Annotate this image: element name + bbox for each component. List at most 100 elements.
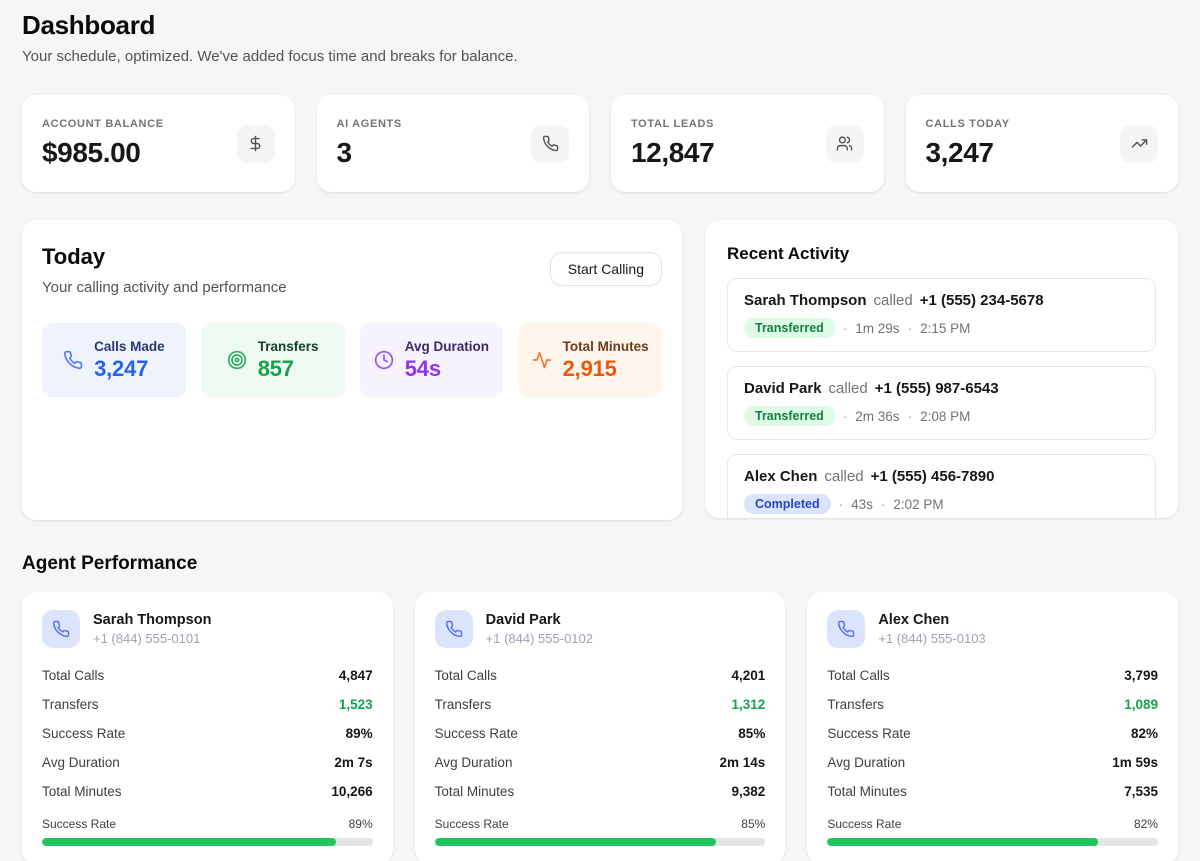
stat-row-avg-duration: Avg Duration 2m 14s [435, 748, 766, 777]
activity-time: 2:08 PM [920, 409, 970, 424]
target-icon [227, 350, 247, 370]
metric-avg-duration: Avg Duration 54s [360, 323, 504, 397]
metric-label: Total Minutes [563, 339, 649, 354]
progress-fill [42, 838, 336, 846]
row-label: Success Rate [42, 726, 125, 741]
stat-card-ai-agents: AI Agents 3 [317, 95, 590, 192]
agent-name: Alex Chen [878, 612, 985, 628]
row-label: Avg Duration [42, 755, 120, 770]
agents-grid: Sarah Thompson +1 (844) 555-0101 Total C… [22, 592, 1178, 861]
agent-name: David Park [486, 612, 593, 628]
row-label: Transfers [42, 697, 99, 712]
metric-total-minutes: Total Minutes 2,915 [518, 323, 662, 397]
metric-calls-made: Calls Made 3,247 [42, 323, 186, 397]
row-label: Total Calls [435, 668, 497, 683]
metric-value: 2,915 [563, 356, 649, 382]
agent-card-alex-chen: Alex Chen +1 (844) 555-0103 Total Calls … [807, 592, 1178, 861]
row-value: 2m 14s [720, 755, 766, 770]
activity-phone-number: +1 (555) 234-5678 [920, 292, 1044, 309]
page-subtitle: Your schedule, optimized. We've added fo… [22, 48, 1178, 65]
activity-item[interactable]: Sarah Thompson called +1 (555) 234-5678 … [727, 278, 1156, 352]
activity-duration: 2m 36s [855, 409, 899, 424]
row-label: Avg Duration [435, 755, 513, 770]
activity-duration: 43s [851, 497, 873, 512]
stat-row-total-minutes: Total Minutes 10,266 [42, 777, 373, 806]
status-badge: Transferred [744, 318, 835, 338]
phone-icon [63, 350, 83, 370]
stat-row-total-calls: Total Calls 4,847 [42, 661, 373, 690]
row-value: 1,089 [1124, 697, 1158, 712]
metric-label: Calls Made [94, 339, 165, 354]
stat-value: 3,247 [926, 137, 1010, 169]
progress-label: Success Rate [435, 817, 509, 831]
activity-time: 2:02 PM [893, 497, 943, 512]
separator-dot: · [839, 497, 844, 512]
activity-action: called [829, 380, 868, 397]
separator-dot: · [843, 409, 848, 424]
stat-label: Calls Today [926, 118, 1010, 130]
progress-fill [435, 838, 716, 846]
progress-track [435, 838, 766, 846]
row-label: Total Calls [42, 668, 104, 683]
main-grid: Today Your calling activity and performa… [22, 220, 1178, 520]
row-label: Transfers [827, 697, 884, 712]
stat-row-total-calls: Total Calls 3,799 [827, 661, 1158, 690]
progress-track [827, 838, 1158, 846]
agent-name: Sarah Thompson [93, 612, 211, 628]
today-title: Today [42, 244, 287, 270]
stat-row-transfers: Transfers 1,312 [435, 690, 766, 719]
row-label: Total Minutes [42, 784, 122, 799]
activity-phone-number: +1 (555) 987-6543 [875, 380, 999, 397]
progress-percent: 89% [349, 817, 373, 831]
stat-value: 3 [337, 137, 402, 169]
dashboard-page: Dashboard Your schedule, optimized. We'v… [0, 0, 1200, 861]
separator-dot: · [881, 497, 886, 512]
start-calling-button[interactable]: Start Calling [550, 252, 662, 286]
activity-action: called [874, 292, 913, 309]
agent-card-sarah-thompson: Sarah Thompson +1 (844) 555-0101 Total C… [22, 592, 393, 861]
phone-icon [827, 610, 865, 648]
success-rate-progress: Success Rate 89% [42, 817, 373, 846]
row-value: 1,523 [339, 697, 373, 712]
row-label: Total Calls [827, 668, 889, 683]
row-label: Total Minutes [827, 784, 907, 799]
stat-row-transfers: Transfers 1,523 [42, 690, 373, 719]
metric-value: 54s [405, 356, 489, 382]
phone-icon [42, 610, 80, 648]
row-label: Transfers [435, 697, 492, 712]
row-value: 9,382 [732, 784, 766, 799]
row-label: Avg Duration [827, 755, 905, 770]
row-value: 3,799 [1124, 668, 1158, 683]
progress-percent: 82% [1134, 817, 1158, 831]
phone-icon [531, 125, 569, 163]
metric-label: Transfers [258, 339, 319, 354]
row-value: 10,266 [331, 784, 372, 799]
row-value: 85% [738, 726, 765, 741]
row-value: 1,312 [732, 697, 766, 712]
stat-label: Total Leads [631, 118, 714, 130]
stat-row-success-rate: Success Rate 82% [827, 719, 1158, 748]
metric-label: Avg Duration [405, 339, 489, 354]
metric-value: 857 [258, 356, 319, 382]
progress-percent: 85% [741, 817, 765, 831]
agent-performance-title: Agent Performance [22, 553, 1178, 575]
activity-item[interactable]: Alex Chen called +1 (555) 456-7890 Compl… [727, 454, 1156, 518]
metric-transfers: Transfers 857 [201, 323, 345, 397]
activity-item[interactable]: David Park called +1 (555) 987-6543 Tran… [727, 366, 1156, 440]
stat-row-total-calls: Total Calls 4,201 [435, 661, 766, 690]
row-value: 2m 7s [334, 755, 372, 770]
stat-row-transfers: Transfers 1,089 [827, 690, 1158, 719]
stat-card-account-balance: Account Balance $985.00 [22, 95, 295, 192]
progress-fill [827, 838, 1098, 846]
users-icon [826, 125, 864, 163]
agent-card-david-park: David Park +1 (844) 555-0102 Total Calls… [415, 592, 786, 861]
progress-label: Success Rate [827, 817, 901, 831]
activity-duration: 1m 29s [855, 321, 899, 336]
stat-card-total-leads: Total Leads 12,847 [611, 95, 884, 192]
stat-label: Account Balance [42, 118, 164, 130]
row-value: 82% [1131, 726, 1158, 741]
activity-caller-name: David Park [744, 380, 822, 397]
metric-value: 3,247 [94, 356, 165, 382]
progress-track [42, 838, 373, 846]
row-value: 4,847 [339, 668, 373, 683]
